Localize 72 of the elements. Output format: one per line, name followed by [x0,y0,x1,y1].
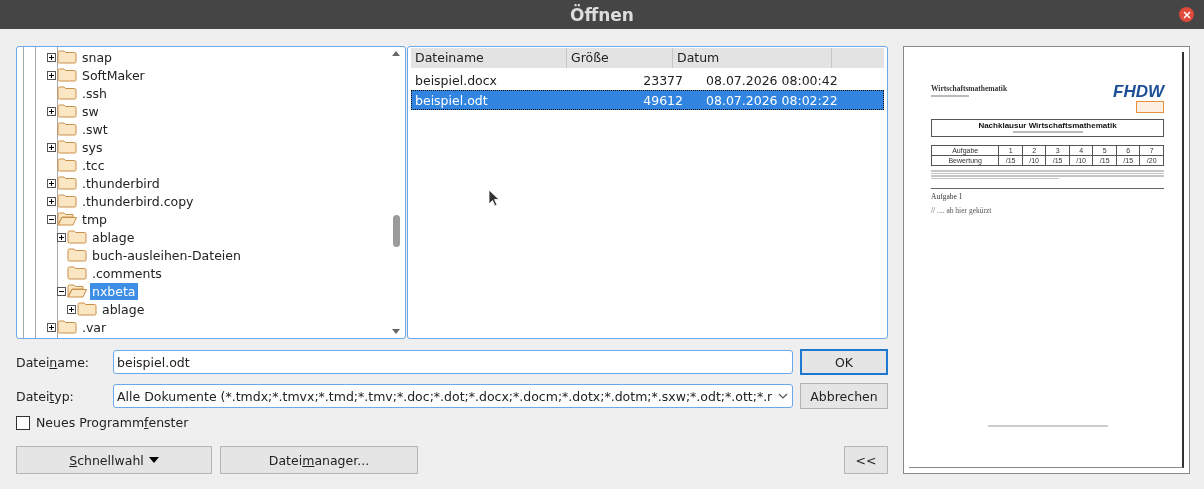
scrollbar-thumb[interactable] [392,215,400,247]
file-date: 08.07.2026 08:00:42 [705,72,838,88]
file-date: 08.07.2026 08:02:22 [705,92,838,108]
checkbox-label: Neues Programmfenster [36,415,189,430]
logo-tag [1136,101,1164,113]
expand-icon[interactable] [47,106,56,116]
folder-icon [77,302,97,316]
close-button[interactable] [1179,7,1194,22]
collapse-icon[interactable] [47,214,56,224]
logo: FHDW [1113,84,1164,100]
folder-item[interactable]: .ssh [80,84,109,102]
folder-item[interactable]: .var [80,318,109,336]
folder-icon [57,50,77,64]
caret-icon [148,457,159,463]
expand-icon[interactable] [57,232,66,242]
expand-icon[interactable] [47,52,56,62]
folder-item[interactable]: .swt [80,120,110,138]
scroll-down-icon[interactable] [392,329,400,334]
folder-item[interactable]: .thunderbird.copy [80,192,196,210]
ok-button[interactable]: OK [800,349,888,375]
folder-icon [57,194,77,208]
collapse-icon[interactable] [57,286,66,296]
folder-icon [57,68,77,82]
file-size: 49612 [642,92,683,108]
folder-item[interactable]: ablage [100,300,147,318]
folder-item[interactable]: SoftMaker [80,66,147,84]
file-manager-button[interactable]: Dateimanager... [220,446,418,474]
window-title: Öffnen [570,4,634,25]
folder-icon [57,320,77,334]
file-name: beispiel.odt [414,92,489,108]
column-header[interactable]: Datum [673,48,832,68]
cancel-button[interactable]: Abbrechen [800,383,888,409]
folder-item[interactable]: .comments [90,264,164,282]
chevron-down-icon [778,393,788,399]
folder-icon [57,176,77,190]
folder-icon [57,140,77,154]
collapse-preview-button[interactable]: << [844,446,888,474]
folder-item[interactable]: sys [80,138,105,156]
folder-item[interactable]: tmp [80,210,109,228]
folder-item[interactable]: .tcc [80,156,107,174]
file-size: 23377 [642,72,683,88]
close-icon [1182,10,1191,19]
file-row[interactable]: beispiel.docx 23377 08.07.2026 08:00:42 [411,70,884,90]
text-line [931,95,969,97]
folder-item[interactable]: buch-ausleihen-Dateien [90,246,243,264]
file-name: beispiel.docx [414,72,498,88]
mouse-pointer-icon [488,189,500,207]
expand-icon[interactable] [47,322,56,332]
expand-icon[interactable] [47,142,56,152]
expand-icon[interactable] [47,196,56,206]
checkbox[interactable] [16,415,30,430]
folder-item[interactable]: ablage [90,228,137,246]
folder-icon [67,230,87,244]
folder-icon [67,284,87,298]
folder-item[interactable]: snap [80,48,115,66]
folder-item[interactable]: .thunderbird [80,174,162,192]
quick-select-button[interactable]: Schnellwahl [16,446,212,474]
expand-icon[interactable] [47,70,56,80]
folder-item[interactable]: sw [80,102,101,120]
expand-icon[interactable] [67,304,76,314]
expand-icon[interactable] [47,178,56,188]
scroll-up-icon[interactable] [392,51,400,56]
filename-field[interactable]: beispiel.odt [113,350,793,374]
filetype-label: Dateityp: [16,388,75,404]
column-header[interactable]: Größe [567,48,673,68]
folder-icon [57,212,77,226]
folder-icon [57,104,77,118]
file-row[interactable]: beispiel.odt 49612 08.07.2026 08:02:22 [411,90,884,110]
filename-label: Dateiname: [16,354,91,370]
filetype-dropdown[interactable]: Alle Dokumente (*.tmdx;*.tmvx;*.tmd;*.tmv;*.doc;*.dot;*.docx;*.docm;*.dotx;*.dotm;*.sxw;*.odt;*.ott;*.r [113,384,793,408]
column-header[interactable]: Dateiname [411,48,567,68]
document-title: Nachklausur Wirtschaftsmathematik [978,121,1117,130]
